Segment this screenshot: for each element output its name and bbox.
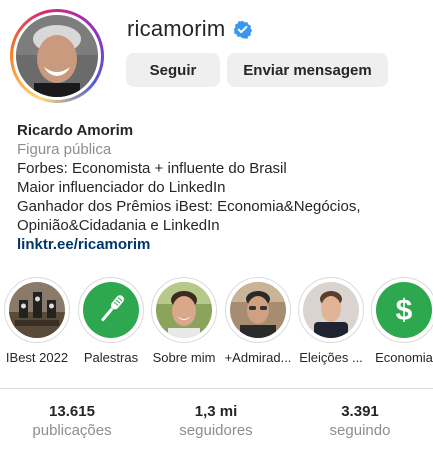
send-message-button[interactable]: Enviar mensagem [227,53,388,87]
bio-line: Ganhador dos Prêmios iBest: Economia&Neg… [17,198,361,215]
username-row: ricamorim [127,16,253,42]
followers-label: seguidores [179,422,253,439]
avatar-inner-border [13,12,101,100]
portrait-photo-icon [156,282,212,338]
following-label: seguindo [329,422,391,439]
profile-category: Figura pública [17,141,112,158]
following-count: 3.391 [341,403,379,420]
bio-link[interactable]: linktr.ee/ricamorim [17,235,427,254]
trophy-photo-icon [9,282,65,338]
highlight-admirados[interactable]: +Admirad... [222,277,294,365]
highlight-economia[interactable]: $ Economia [368,277,433,365]
microphone-icon [83,282,139,338]
profile-avatar[interactable] [10,9,104,103]
follow-button[interactable]: Seguir [126,53,220,87]
username: ricamorim [127,16,226,41]
svg-text:$: $ [396,294,413,327]
highlight-eleicoes[interactable]: Eleições ... [295,277,367,365]
avatar-photo [16,15,98,97]
bio-line: Forbes: Economista + influente do Brasil [17,160,287,177]
highlight-label: IBest 2022 [5,350,69,365]
dollar-icon: $ [376,282,432,338]
bio-line: Maior influenciador do LinkedIn [17,179,226,196]
followers-stat[interactable]: 1,3 mi seguidores [156,403,276,441]
highlight-sobre-mim[interactable]: Sobre mim [148,277,220,365]
stats-divider [0,388,433,389]
bio-line: Opinião&Cidadania e LinkedIn [17,217,220,234]
highlight-ring [298,277,364,343]
profile-full-name: Ricardo Amorim [17,122,134,139]
bio-section: Ricardo Amorim Figura pública Forbes: Ec… [17,121,427,254]
posts-count: 13.615 [49,403,95,420]
highlight-ring [225,277,291,343]
highlight-ibest-2022[interactable]: IBest 2022 [1,277,73,365]
highlight-label: Palestras [83,350,139,365]
highlight-ring [151,277,217,343]
highlight-label: +Admirad... [224,350,292,365]
highlight-ring [4,277,70,343]
portrait-photo-icon [303,282,359,338]
verified-badge-icon [234,20,253,39]
portrait-photo-icon [230,282,286,338]
story-highlights: IBest 2022 Palestras Sobre mim +Admirad.… [0,277,433,367]
highlight-ring [78,277,144,343]
following-stat[interactable]: 3.391 seguindo [300,403,420,441]
posts-stat: 13.615 publicações [12,403,132,441]
highlight-ring: $ [371,277,433,343]
posts-label: publicações [32,422,112,439]
highlight-label: Eleições ... [299,350,363,365]
highlight-palestras[interactable]: Palestras [75,277,147,365]
followers-count: 1,3 mi [194,403,238,420]
highlight-label: Economia [375,350,433,365]
highlight-label: Sobre mim [152,350,216,365]
